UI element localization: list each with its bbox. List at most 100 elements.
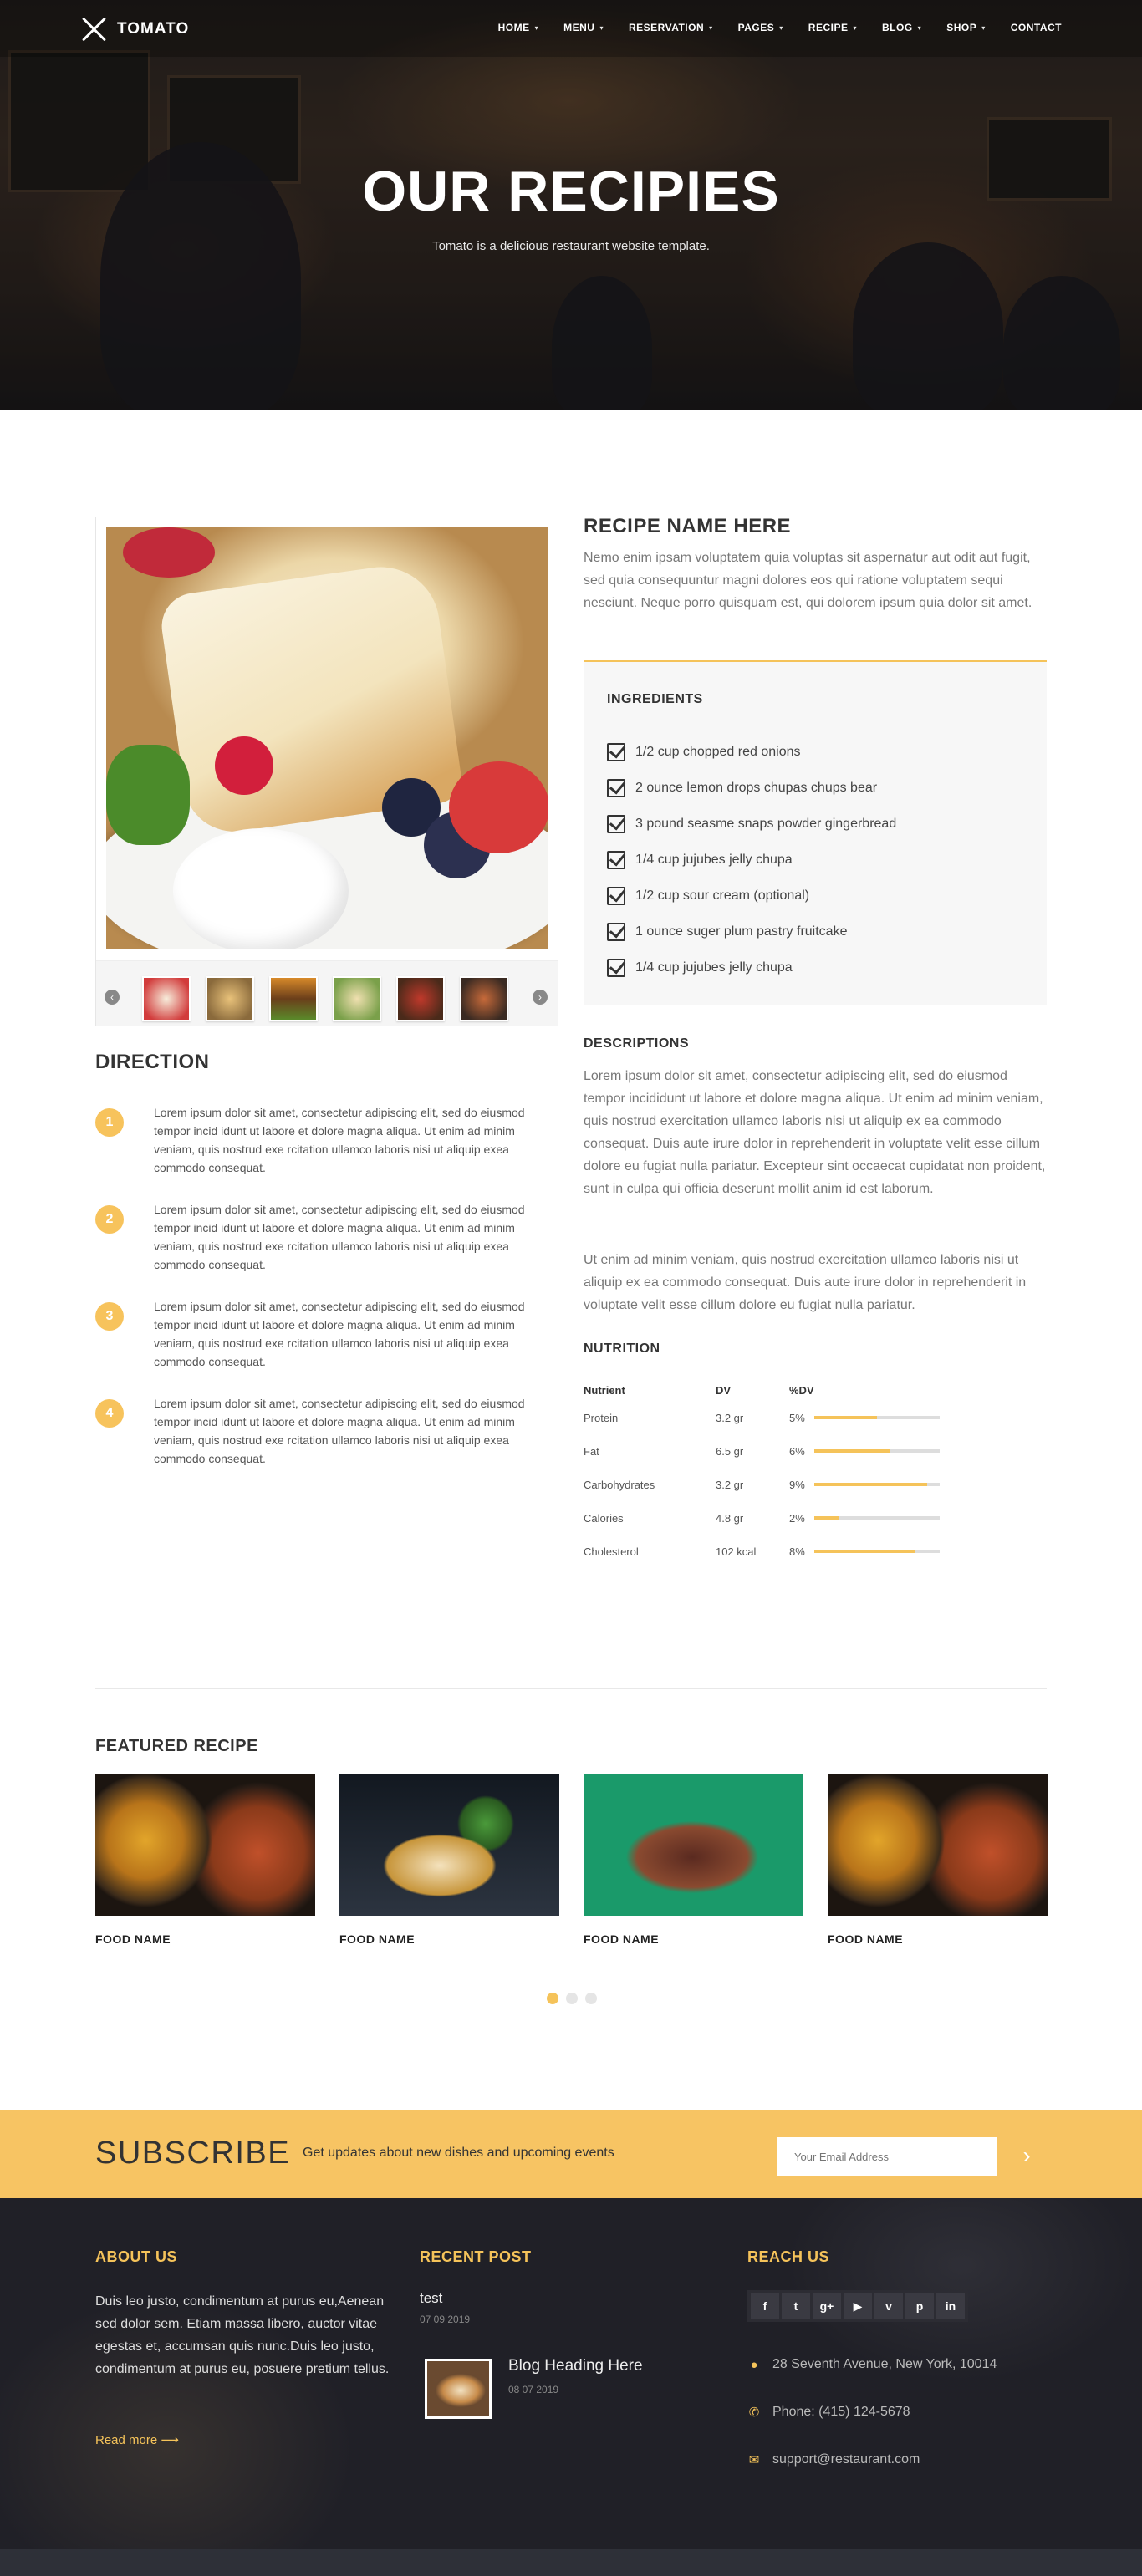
chevron-left-icon[interactable]: ‹ — [105, 990, 120, 1005]
post-date: 08 07 2019 — [508, 2384, 559, 2395]
direction-title: DIRECTION — [95, 1051, 210, 1073]
gallery-thumbnails: ‹ › — [96, 960, 558, 1026]
step-text: Lorem ipsum dolor sit amet, consectetur … — [154, 1300, 525, 1368]
chevron-right-icon[interactable]: › — [533, 990, 548, 1005]
caret-down-icon: ▾ — [853, 23, 857, 32]
post-date: 07 09 2019 — [420, 2314, 471, 2325]
food-name[interactable]: FOOD NAME — [828, 1932, 1048, 1946]
step-text: Lorem ipsum dolor sit amet, consectetur … — [154, 1203, 525, 1271]
post-thumbnail[interactable] — [425, 2359, 492, 2419]
linkedin-icon[interactable]: in — [936, 2293, 965, 2319]
thumbnail[interactable] — [269, 976, 318, 1021]
nav-item-contact[interactable]: CONTACT — [1011, 22, 1062, 33]
about-title: ABOUT US — [95, 2248, 177, 2265]
recent-post-link[interactable]: Blog Heading Here — [508, 2357, 643, 2375]
ingredient-text: 2 ounce lemon drops chupas chups bear — [635, 780, 878, 795]
footer-bottom-bar — [0, 2549, 1142, 2576]
thumbnail[interactable] — [142, 976, 191, 1021]
ingredient-item: 1/2 cup sour cream (optional) — [607, 878, 896, 914]
column-header: %DV — [789, 1383, 814, 1397]
food-name[interactable]: FOOD NAME — [95, 1932, 315, 1946]
nutrition-nutrient: Carbohydrates — [584, 1478, 655, 1491]
featured-card[interactable]: FOOD NAME — [339, 1774, 559, 1946]
recent-post-link[interactable]: test — [420, 2290, 442, 2307]
nutrition-row: Cholesterol 102 kcal 8% — [584, 1535, 968, 1568]
nutrition-pct: 2% — [789, 1511, 805, 1525]
nutrition-progress-bar — [814, 1550, 940, 1553]
ingredient-text: 3 pound seasme snaps powder gingerbread — [635, 816, 897, 831]
featured-image[interactable] — [584, 1774, 803, 1916]
youtube-icon[interactable]: ▶ — [844, 2293, 872, 2319]
email-link[interactable]: support@restaurant.com — [772, 2452, 920, 2467]
recipe-main-image — [106, 527, 548, 949]
featured-image[interactable] — [95, 1774, 315, 1916]
nav-item-recipe[interactable]: RECIPE ▾ — [808, 22, 857, 33]
caret-down-icon: ▾ — [981, 23, 986, 32]
facebook-icon[interactable]: f — [751, 2293, 779, 2319]
subscribe-text: Get updates about new dishes and upcomin… — [303, 2146, 614, 2160]
step-number: 3 — [95, 1302, 124, 1331]
phone-row: ✆ Phone: (415) 124-5678 — [747, 2405, 910, 2420]
phone-icon: ✆ — [748, 2405, 760, 2420]
address-text: 28 Seventh Avenue, New York, 10014 — [772, 2357, 997, 2371]
checkbox-checked-icon — [607, 922, 625, 941]
step-text: Lorem ipsum dolor sit amet, consectetur … — [154, 1106, 525, 1174]
ingredient-item: 3 pound seasme snaps powder gingerbread — [607, 806, 896, 842]
nav-item-blog[interactable]: BLOG ▾ — [882, 22, 921, 33]
nav-item-home[interactable]: HOME ▾ — [498, 22, 539, 33]
nav-label: RECIPE — [808, 22, 849, 33]
featured-image[interactable] — [339, 1774, 559, 1916]
nav-item-reservation[interactable]: RESERVATION ▾ — [629, 22, 713, 33]
thumbnail[interactable] — [206, 976, 254, 1021]
food-name[interactable]: FOOD NAME — [339, 1932, 559, 1946]
raspberry — [215, 736, 273, 795]
logo[interactable]: TOMATO — [80, 15, 189, 43]
food-name[interactable]: FOOD NAME — [584, 1932, 803, 1946]
pinterest-icon[interactable]: p — [905, 2293, 934, 2319]
social-links: f t g+ ▶ v p in — [747, 2290, 968, 2322]
carousel-dot[interactable] — [566, 1993, 578, 2004]
nutrition-pct: 5% — [789, 1411, 805, 1424]
about-text: Duis leo justo, condimentum at purus eu,… — [95, 2294, 390, 2376]
caret-down-icon: ▾ — [534, 23, 539, 32]
ingredient-text: 1/4 cup jujubes jelly chupa — [635, 852, 793, 867]
nutrition-row: Calories 4.8 gr 2% — [584, 1501, 968, 1535]
ingredient-text: 1/2 cup chopped red onions — [635, 744, 801, 759]
checkbox-checked-icon — [607, 814, 625, 833]
crossed-utensils-icon — [80, 15, 109, 43]
featured-card[interactable]: FOOD NAME — [95, 1774, 315, 1946]
carousel-dots — [547, 1993, 597, 2004]
carousel-dot[interactable] — [585, 1993, 597, 2004]
nav-item-menu[interactable]: MENU ▾ — [563, 22, 604, 33]
subscribe-bar: SUBSCRIBE Get updates about new dishes a… — [0, 2110, 1142, 2198]
email-input[interactable] — [777, 2137, 997, 2176]
twitter-icon[interactable]: t — [782, 2293, 810, 2319]
carousel-dot-active[interactable] — [547, 1993, 558, 2004]
subscribe-button[interactable]: › — [1010, 2137, 1043, 2176]
nav-item-shop[interactable]: SHOP ▾ — [946, 22, 986, 33]
progress-fill — [814, 1416, 877, 1419]
step-text: Lorem ipsum dolor sit amet, consectetur … — [154, 1397, 525, 1465]
reach-us-title: REACH US — [747, 2248, 830, 2265]
ingredient-item: 2 ounce lemon drops chupas chups bear — [607, 770, 896, 806]
nutrition-progress-bar — [814, 1449, 940, 1453]
ingredient-item: 1/4 cup jujubes jelly chupa — [607, 842, 896, 878]
ingredient-item: 1/2 cup chopped red onions — [607, 734, 896, 770]
nav-label: RESERVATION — [628, 22, 705, 33]
featured-card[interactable]: FOOD NAME — [584, 1774, 803, 1946]
nav-item-pages[interactable]: PAGES ▾ — [738, 22, 783, 33]
nutrition-pct: 6% — [789, 1444, 805, 1458]
featured-image[interactable] — [828, 1774, 1048, 1916]
checkbox-checked-icon — [607, 742, 625, 761]
thumbnail[interactable] — [460, 976, 508, 1021]
subscribe-title: SUBSCRIBE — [95, 2136, 291, 2171]
featured-card[interactable]: FOOD NAME — [828, 1774, 1048, 1946]
nav-label: HOME — [497, 22, 530, 33]
thumbnail[interactable] — [333, 976, 381, 1021]
nutrition-progress-bar — [814, 1516, 940, 1520]
google-plus-icon[interactable]: g+ — [813, 2293, 841, 2319]
vimeo-icon[interactable]: v — [874, 2293, 903, 2319]
read-more-link[interactable]: Read more ⟶ — [95, 2432, 179, 2447]
nav-label: BLOG — [882, 22, 913, 33]
thumbnail[interactable] — [396, 976, 445, 1021]
